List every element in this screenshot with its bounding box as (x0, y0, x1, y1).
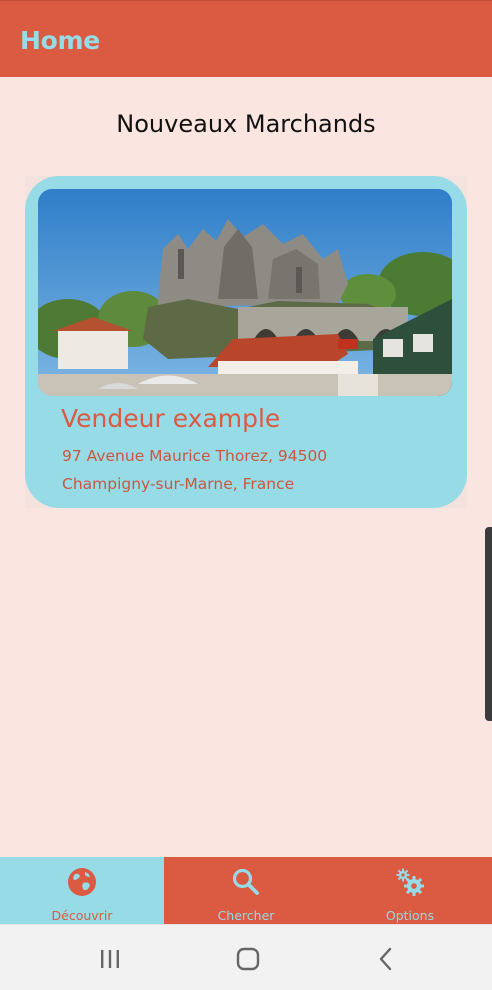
merchant-address: 97 Avenue Maurice Thorez, 94500 Champign… (62, 442, 442, 498)
globe-icon (68, 868, 96, 896)
home-icon[interactable] (234, 945, 262, 973)
merchant-name: Vendeur example (61, 404, 281, 433)
app-bar: Home (0, 0, 492, 77)
gears-icon (396, 868, 424, 896)
nav-item-chercher[interactable]: Chercher (164, 857, 328, 924)
recent-apps-icon[interactable] (96, 945, 124, 973)
nav-item-options[interactable]: Options (328, 857, 492, 924)
nav-label-options: Options (385, 908, 435, 923)
system-navigation-bar (0, 924, 492, 990)
nav-label-decouvrir: Découvrir (51, 908, 113, 923)
merchant-address-line2: Champigny-sur-Marne, France (62, 475, 295, 493)
merchant-card-container: Vendeur example 97 Avenue Maurice Thorez… (25, 176, 467, 508)
merchant-card[interactable]: Vendeur example 97 Avenue Maurice Thorez… (25, 176, 467, 508)
nav-item-decouvrir[interactable]: Découvrir (0, 857, 164, 924)
section-title: Nouveaux Marchands (116, 110, 376, 138)
merchant-address-line1: 97 Avenue Maurice Thorez, 94500 (62, 447, 328, 465)
search-icon (232, 868, 259, 895)
nav-label-chercher: Chercher (217, 908, 275, 923)
scroll-handle[interactable] (485, 527, 492, 721)
merchant-photo (38, 189, 452, 396)
back-icon[interactable] (372, 945, 400, 973)
app-title: Home (20, 26, 100, 55)
bottom-navigation: Découvrir Chercher Options (0, 857, 492, 924)
